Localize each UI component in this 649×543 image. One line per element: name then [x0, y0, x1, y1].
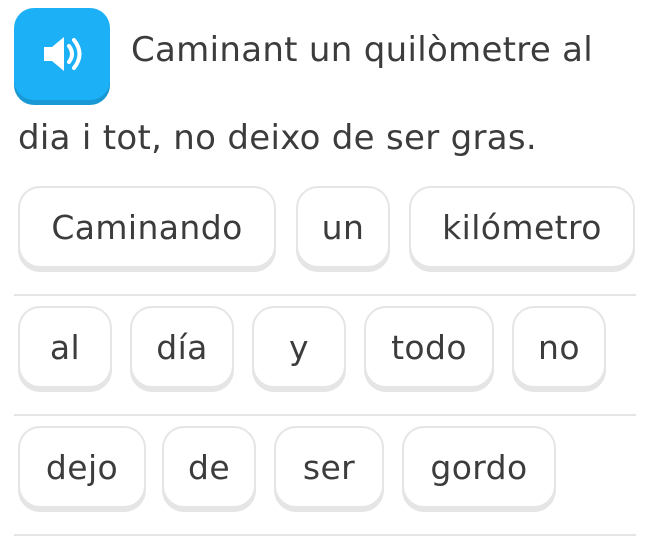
speaker-icon [44, 37, 82, 71]
word-chip[interactable]: gordo [402, 426, 556, 508]
prompt-text-line-1: Caminant un quilòmetre al [131, 30, 594, 70]
word-chip[interactable]: dejo [18, 426, 146, 508]
prompt-text-line-2: dia i tot, no deixo de ser gras. [18, 118, 538, 158]
word-chip[interactable]: día [130, 306, 234, 388]
word-bank-row-1: Caminando un kilómetro [0, 186, 649, 296]
word-chip[interactable]: de [162, 426, 256, 508]
word-chip[interactable]: no [512, 306, 606, 388]
word-bank-row-2: al día y todo no [0, 306, 649, 416]
word-chip[interactable]: y [252, 306, 346, 388]
answer-line-3 [14, 534, 636, 536]
word-chip[interactable]: Caminando [18, 186, 276, 268]
word-chip[interactable]: ser [274, 426, 384, 508]
answer-line-2 [14, 414, 636, 416]
play-audio-button[interactable] [14, 8, 110, 100]
word-chip[interactable]: kilómetro [409, 186, 635, 268]
answer-line-1 [14, 294, 636, 296]
word-bank-row-3: dejo de ser gordo [0, 426, 649, 536]
word-chip[interactable]: un [296, 186, 390, 268]
word-chip[interactable]: todo [364, 306, 494, 388]
word-chip[interactable]: al [18, 306, 112, 388]
